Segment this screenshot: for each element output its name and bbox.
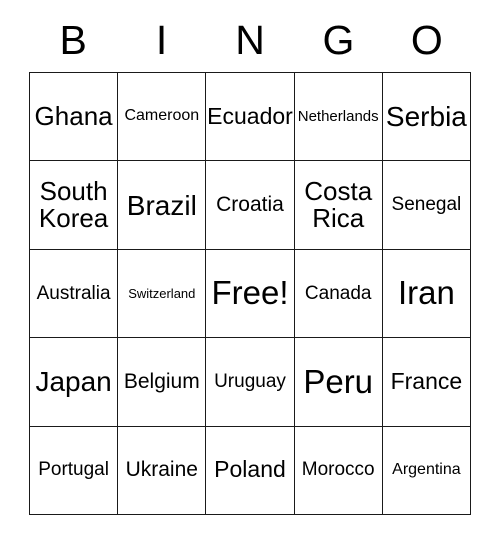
bingo-cell-label: Costa Rica bbox=[304, 176, 373, 234]
bingo-cell[interactable]: Belgium bbox=[118, 338, 207, 427]
bingo-cell[interactable]: Brazil bbox=[118, 161, 207, 250]
bingo-free-space-label: Free! bbox=[211, 274, 289, 312]
bingo-cell[interactable]: Iran bbox=[382, 249, 471, 339]
bingo-cell[interactable]: Poland bbox=[206, 426, 295, 515]
bingo-cell[interactable]: Argentina bbox=[382, 426, 471, 515]
bingo-cell[interactable]: Cameroon bbox=[118, 73, 207, 162]
bingo-header-letter-i: I bbox=[155, 16, 168, 63]
bingo-cell-label: Poland bbox=[214, 456, 286, 483]
bingo-cell-label: Argentina bbox=[392, 460, 461, 478]
bingo-cell[interactable]: Ghana bbox=[30, 73, 119, 162]
bingo-cell-label: Uruguay bbox=[214, 370, 286, 392]
bingo-cell-label: Portugal bbox=[38, 459, 109, 481]
bingo-cell[interactable]: Ecuador bbox=[206, 73, 295, 162]
bingo-cell-label: France bbox=[390, 367, 463, 394]
bingo-card: B I N G O Ghana Cameroon Ecuador Netherl… bbox=[29, 10, 471, 515]
bingo-cell-label: Australia bbox=[36, 282, 111, 304]
bingo-cell[interactable]: Morocco bbox=[294, 426, 383, 515]
bingo-cell-label: Serbia bbox=[385, 101, 467, 133]
bingo-cell[interactable]: Peru bbox=[294, 338, 383, 427]
bingo-cell-label: Switzerland bbox=[128, 285, 196, 301]
bingo-free-space-cell[interactable]: Free! bbox=[206, 249, 295, 339]
bingo-cell-label: Ghana bbox=[34, 101, 113, 132]
bingo-cell[interactable]: Costa Rica bbox=[294, 161, 383, 250]
bingo-cell[interactable]: Switzerland bbox=[118, 249, 207, 339]
bingo-cell[interactable]: Netherlands bbox=[294, 73, 383, 162]
bingo-cell[interactable]: Ukraine bbox=[118, 426, 207, 515]
bingo-cell-label: Iran bbox=[397, 274, 455, 312]
bingo-cell-label: Netherlands bbox=[297, 107, 379, 125]
bingo-header-row: B I N G O bbox=[29, 10, 471, 72]
bingo-cell-label: Peru bbox=[303, 362, 374, 400]
bingo-cell-label: Croatia bbox=[216, 193, 284, 217]
bingo-cell[interactable]: Australia bbox=[30, 249, 119, 339]
bingo-cell-label: Canada bbox=[304, 282, 372, 304]
bingo-cell-label: Senegal bbox=[391, 194, 462, 216]
bingo-cell-label: Belgium bbox=[123, 369, 200, 393]
bingo-cell[interactable]: France bbox=[382, 338, 471, 427]
bingo-cell-label: Brazil bbox=[126, 189, 197, 221]
bingo-cell[interactable]: Senegal bbox=[382, 161, 471, 250]
bingo-cell-label: Ukraine bbox=[125, 458, 198, 482]
bingo-cell-label: Japan bbox=[35, 366, 112, 398]
bingo-cell-label: Morocco bbox=[301, 459, 375, 481]
bingo-cell[interactable]: Japan bbox=[30, 338, 119, 427]
bingo-cell-label: Ecuador bbox=[207, 102, 293, 129]
bingo-cell-label: Cameroon bbox=[124, 107, 200, 125]
bingo-cell[interactable]: Uruguay bbox=[206, 338, 295, 427]
bingo-grid: Ghana Cameroon Ecuador Netherlands Serbi… bbox=[29, 72, 471, 515]
bingo-cell[interactable]: Portugal bbox=[30, 426, 119, 515]
bingo-header-letter-n: N bbox=[235, 16, 265, 63]
bingo-cell[interactable]: Croatia bbox=[206, 161, 295, 250]
bingo-header-letter-g: G bbox=[322, 16, 355, 63]
bingo-header-letter-o: O bbox=[410, 16, 443, 63]
bingo-cell[interactable]: South Korea bbox=[30, 161, 119, 250]
bingo-header-letter-b: B bbox=[59, 16, 87, 63]
bingo-cell[interactable]: Serbia bbox=[382, 73, 471, 162]
bingo-cell[interactable]: Canada bbox=[294, 249, 383, 339]
bingo-cell-label: South Korea bbox=[38, 176, 109, 234]
